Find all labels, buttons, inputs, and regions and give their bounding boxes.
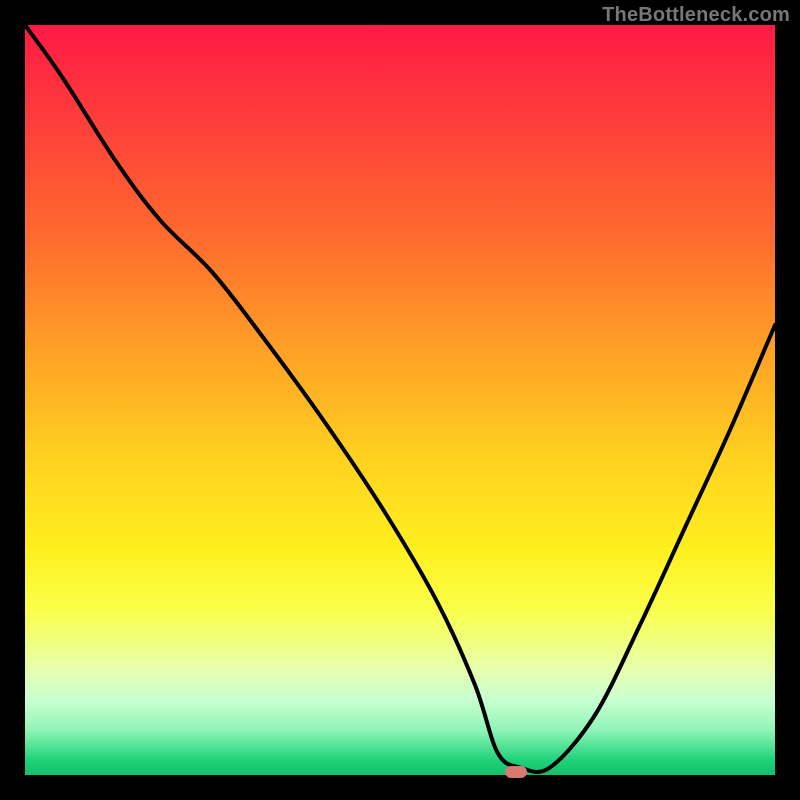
chart-frame: TheBottleneck.com: [0, 0, 800, 800]
watermark-text: TheBottleneck.com: [602, 4, 790, 27]
plot-area: [25, 25, 775, 775]
bottleneck-curve: [25, 25, 775, 775]
optimal-point-marker: [505, 766, 527, 778]
